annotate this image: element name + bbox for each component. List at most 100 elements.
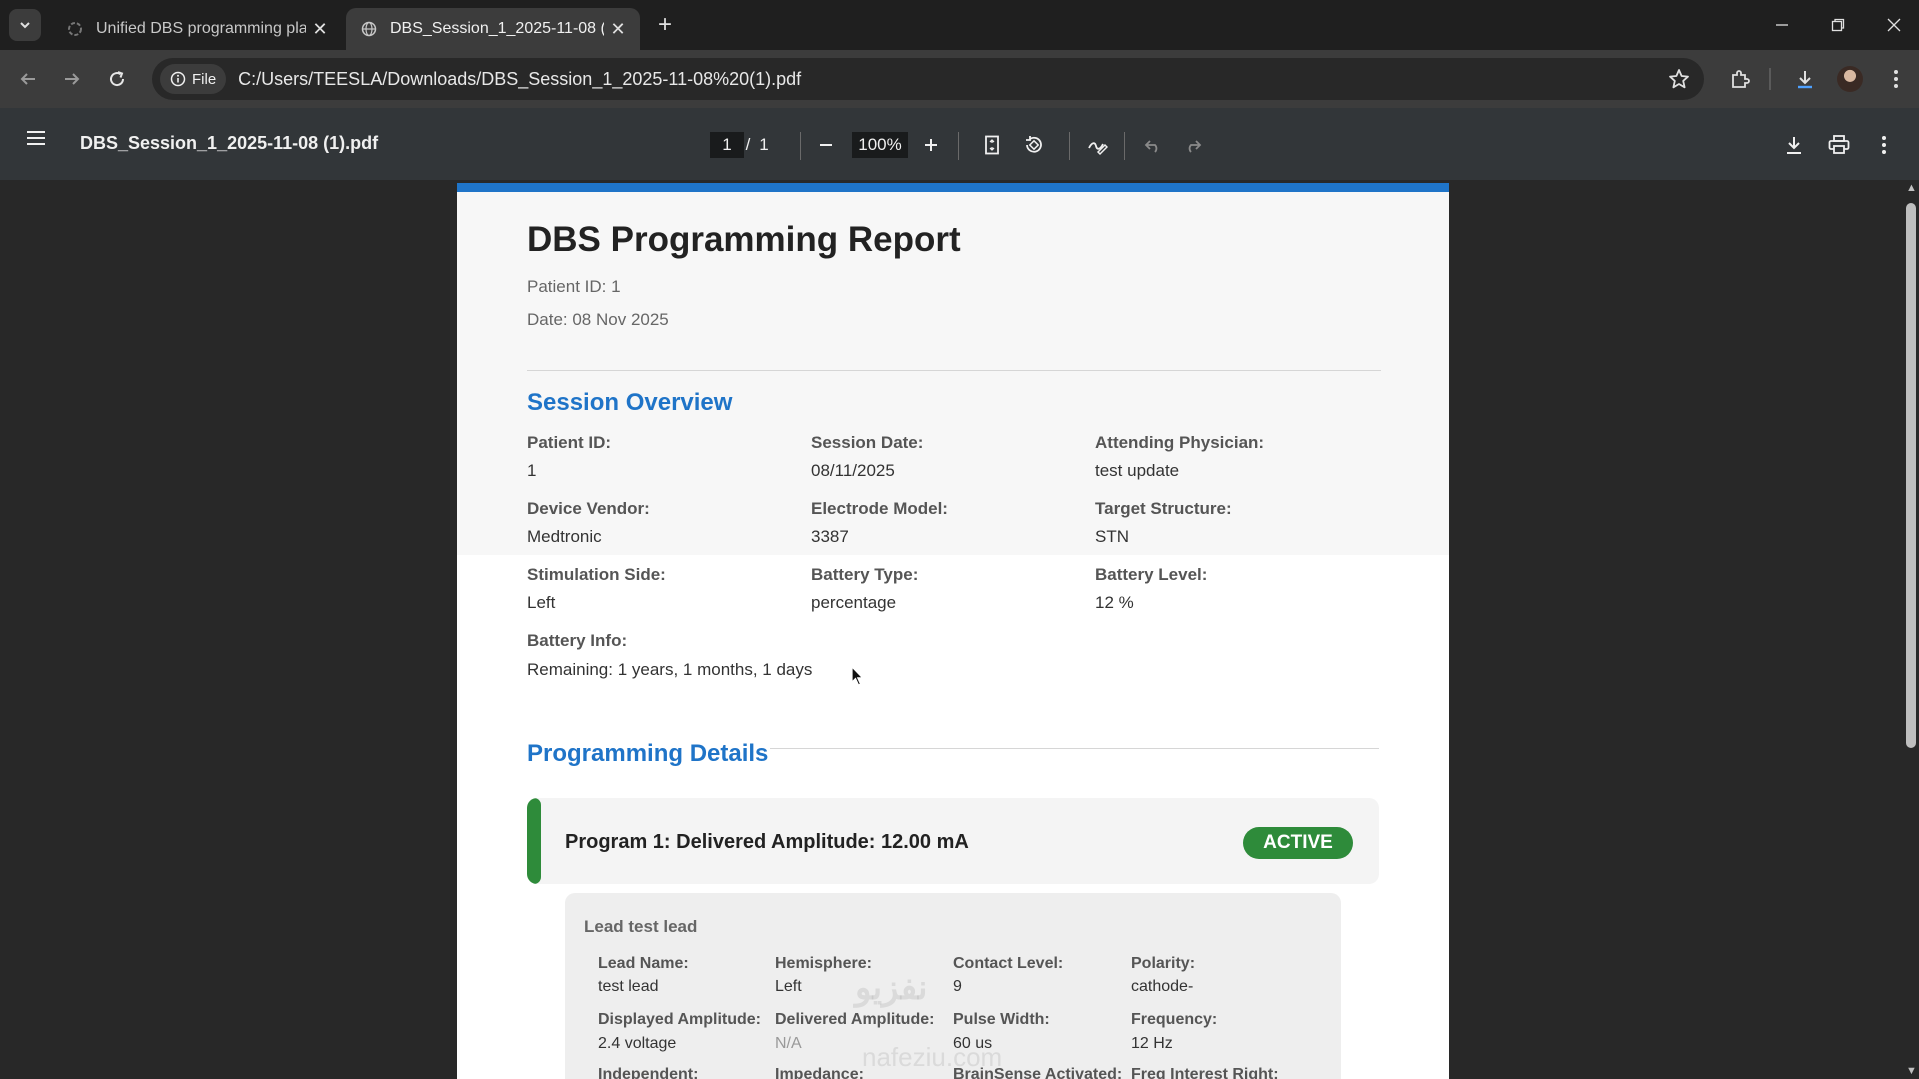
annotate-pen-icon[interactable] <box>1082 130 1112 160</box>
toolbar-divider <box>1769 68 1771 90</box>
rotate-icon[interactable] <box>1018 130 1048 160</box>
freq-interest-label: Freq Interest Right: <box>1131 1066 1279 1079</box>
battery-type-label: Battery Type: <box>811 565 919 584</box>
scroll-down-icon[interactable]: ▼ <box>1906 1066 1917 1077</box>
battery-level-label: Battery Level: <box>1095 565 1208 584</box>
patient-id-label: Patient ID: <box>527 433 612 452</box>
loading-favicon-icon <box>66 20 84 38</box>
close-tab-icon[interactable]: ✕ <box>306 15 334 43</box>
polarity-value: cathode- <box>1131 978 1194 995</box>
lead-name-label: Lead Name: <box>598 955 689 972</box>
divider <box>527 370 1381 371</box>
battery-type-value: percentage <box>811 593 897 612</box>
header-patient-id: Patient ID: 1 <box>527 277 621 296</box>
toolbar-divider <box>1124 132 1125 160</box>
browser-menu-icon[interactable] <box>1880 63 1912 95</box>
patient-id-value: 1 <box>527 461 537 480</box>
globe-icon <box>360 20 378 38</box>
displayed-amplitude-value: 2.4 voltage <box>598 1035 677 1052</box>
downloads-icon[interactable] <box>1789 63 1821 95</box>
avatar <box>1837 66 1863 92</box>
zoom-in-icon[interactable] <box>916 130 946 160</box>
contact-level-value: 9 <box>953 978 962 995</box>
hamburger-menu-icon[interactable] <box>26 130 46 151</box>
programming-details-heading: Programming Details <box>527 740 769 767</box>
bookmark-star-icon[interactable] <box>1668 68 1690 95</box>
tab-unified-dbs[interactable]: Unified DBS programming platf ✕ <box>52 8 342 50</box>
print-icon[interactable] <box>1824 130 1854 160</box>
mouse-cursor-icon <box>851 665 865 691</box>
independent-label: Independent: <box>598 1066 699 1079</box>
url-text[interactable]: C:/Users/TEESLA/Downloads/DBS_Session_1_… <box>238 69 801 90</box>
report-title: DBS Programming Report <box>527 220 961 259</box>
zoom-out-icon[interactable] <box>811 130 841 160</box>
pdf-page: DBS Programming Report Patient ID: 1 Dat… <box>457 183 1449 1079</box>
close-tab-icon[interactable]: ✕ <box>604 15 632 43</box>
chevron-down-icon <box>20 22 30 29</box>
hemisphere-value: Left <box>775 978 802 995</box>
report-accent-bar <box>457 183 1449 192</box>
session-date-label: Session Date: <box>811 433 924 452</box>
delivered-amplitude-value: N/A <box>775 1035 802 1052</box>
minimize-icon[interactable] <box>1754 0 1810 50</box>
frequency-label: Frequency: <box>1131 1011 1218 1028</box>
download-icon[interactable] <box>1779 130 1809 160</box>
displayed-amplitude-label: Displayed Amplitude: <box>598 1011 761 1028</box>
toolbar-divider <box>958 132 959 160</box>
page-total: 1 <box>759 135 769 154</box>
battery-info-value: Remaining: 1 years, 1 months, 1 days <box>527 660 813 679</box>
polarity-label: Polarity: <box>1131 955 1196 972</box>
lead-name-value: test lead <box>598 978 659 995</box>
more-options-icon[interactable] <box>1869 130 1899 160</box>
program-card: Program 1: Delivered Amplitude: 12.00 mA… <box>527 798 1379 884</box>
frequency-value: 12 Hz <box>1131 1035 1173 1052</box>
info-icon <box>170 71 186 87</box>
impedance-label: Impedance: <box>775 1066 864 1079</box>
close-window-icon[interactable] <box>1866 0 1919 50</box>
browser-toolbar: File C:/Users/TEESLA/Downloads/DBS_Sessi… <box>0 50 1919 108</box>
battery-level-value: 12 % <box>1095 593 1134 612</box>
electrode-label: Electrode Model: <box>811 499 948 518</box>
tab-dbs-session-pdf[interactable]: DBS_Session_1_2025-11-08 (1).p ✕ <box>346 8 640 50</box>
divider <box>770 748 1379 749</box>
session-date-value: 08/11/2025 <box>811 461 895 480</box>
pulse-width-label: Pulse Width: <box>953 1011 1050 1028</box>
pdf-filename: DBS_Session_1_2025-11-08 (1).pdf <box>80 133 379 153</box>
tab-search-button[interactable] <box>9 9 41 41</box>
physician-label: Attending Physician: <box>1095 433 1265 452</box>
program-title: Program 1: Delivered Amplitude: 12.00 mA <box>565 831 969 853</box>
watermark-url: nafeziu.com <box>862 1042 1003 1072</box>
redo-icon[interactable] <box>1178 130 1208 160</box>
header-date: Date: 08 Nov 2025 <box>527 310 669 329</box>
vendor-value: Medtronic <box>527 527 602 546</box>
new-tab-button[interactable]: + <box>650 10 680 40</box>
undo-icon[interactable] <box>1138 130 1168 160</box>
contact-level-label: Contact Level: <box>953 955 1064 972</box>
zoom-level-input[interactable]: 100% <box>852 132 908 158</box>
battery-info-label: Battery Info: <box>527 631 628 650</box>
tab-title: Unified DBS programming platf <box>96 20 306 37</box>
restore-icon[interactable] <box>1810 0 1866 50</box>
tab-title: DBS_Session_1_2025-11-08 (1).p <box>390 20 604 37</box>
file-chip-label: File <box>192 70 217 88</box>
program-status-accent <box>527 798 541 884</box>
fit-page-icon[interactable] <box>977 130 1007 160</box>
physician-value: test update <box>1095 461 1180 480</box>
vendor-label: Device Vendor: <box>527 499 650 518</box>
reload-icon[interactable] <box>99 61 135 97</box>
scrollbar-thumb[interactable] <box>1906 203 1916 748</box>
electrode-value: 3387 <box>811 527 849 546</box>
back-icon[interactable] <box>10 61 46 97</box>
session-overview-heading: Session Overview <box>527 389 733 416</box>
tab-strip: Unified DBS programming platf ✕ DBS_Sess… <box>0 0 1919 50</box>
profile-avatar[interactable] <box>1834 63 1866 95</box>
toolbar-divider <box>1069 132 1070 160</box>
extensions-puzzle-icon[interactable] <box>1724 63 1756 95</box>
site-info-chip[interactable]: File <box>160 64 227 94</box>
watermark-logo: نفزيو <box>855 969 928 1007</box>
toolbar-divider <box>800 132 801 160</box>
target-value: STN <box>1095 527 1129 546</box>
forward-icon[interactable] <box>54 61 90 97</box>
scroll-up-icon[interactable]: ▲ <box>1906 183 1917 194</box>
address-bar[interactable]: File C:/Users/TEESLA/Downloads/DBS_Sessi… <box>152 58 1704 100</box>
